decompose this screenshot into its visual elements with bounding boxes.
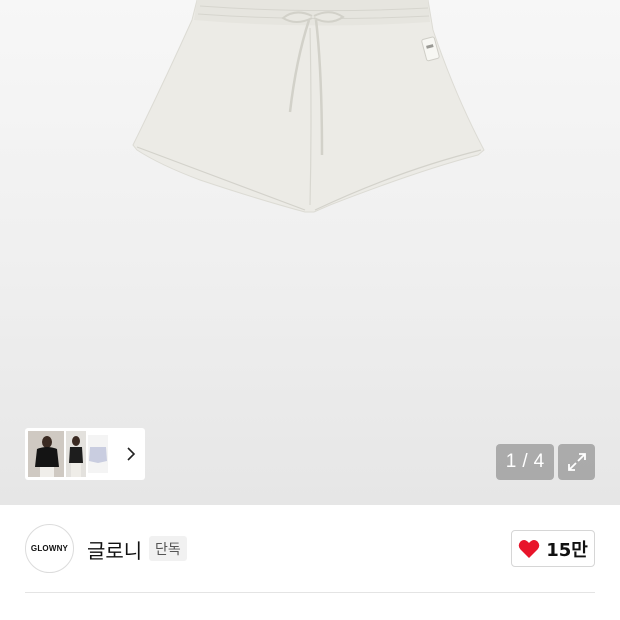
pager-separator: /	[522, 451, 528, 472]
like-button[interactable]: 15만	[511, 530, 595, 567]
expand-icon	[567, 453, 586, 471]
thumbnail-strip[interactable]	[25, 428, 145, 480]
brand-row: GLOWNY 글로니 단독 15만	[0, 505, 620, 593]
thumbnail-images[interactable]	[28, 431, 110, 477]
brand-name[interactable]: 글로니	[87, 535, 142, 564]
brand-logo-text: GLOWNY	[30, 544, 69, 553]
like-count: 15만	[546, 539, 588, 561]
brand-logo[interactable]: GLOWNY	[25, 524, 74, 573]
exclusive-badge: 단독	[149, 536, 187, 561]
heart-icon	[518, 539, 540, 558]
image-pager: 1 / 4	[496, 444, 554, 480]
expand-button[interactable]	[558, 444, 595, 480]
pager-total: 4	[533, 451, 545, 472]
divider	[25, 592, 595, 593]
product-image-gallery[interactable]: 1 / 4	[0, 0, 620, 505]
pager-current: 1	[505, 451, 517, 472]
chevron-right-icon[interactable]	[123, 428, 139, 480]
